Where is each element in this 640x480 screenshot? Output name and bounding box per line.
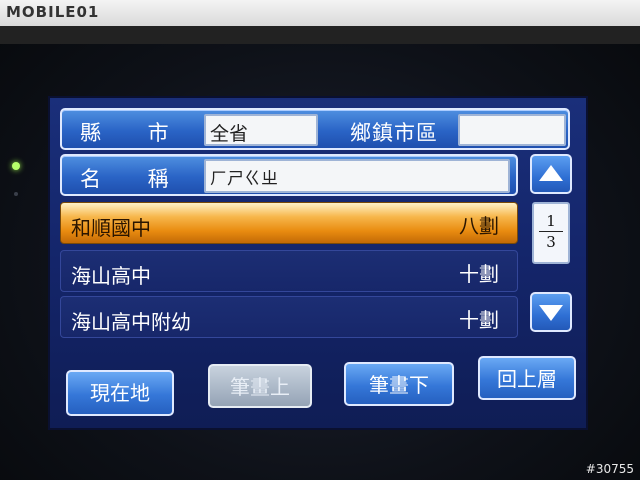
result-name: 海山高中 <box>71 264 151 288</box>
result-item[interactable]: 海山高中附幼 十劃 <box>60 296 518 338</box>
result-item[interactable]: 海山高中 十劃 <box>60 250 518 292</box>
county-label: 縣 市 <box>80 121 189 145</box>
county-field[interactable]: 全省 <box>204 114 318 146</box>
page-total: 3 <box>546 233 556 251</box>
current-location-button[interactable]: 現在地 <box>66 370 174 416</box>
name-input[interactable]: ㄏㄕㄍㄓ <box>204 159 510 193</box>
sensor-dot <box>14 192 18 196</box>
result-strokes: 十劃 <box>459 262 499 286</box>
power-led <box>12 162 20 170</box>
navigation-screen: 縣 市 全省 鄉鎮市區 名 稱 ㄏㄕㄍㄓ 和順國中 八劃 海山高中 十劃 海山高… <box>48 96 588 430</box>
name-label: 名 稱 <box>80 167 189 191</box>
region-row: 縣 市 全省 鄉鎮市區 <box>60 108 570 150</box>
bezel-top-strip <box>0 26 640 44</box>
page-divider <box>539 231 563 232</box>
scroll-down-button[interactable] <box>530 292 572 332</box>
page-indicator: 1 3 <box>532 202 570 264</box>
scroll-up-button[interactable] <box>530 154 572 194</box>
watermark-bar: MOBILE01 <box>0 0 640 26</box>
arrow-down-icon <box>539 305 563 321</box>
township-label: 鄉鎮市區 <box>350 121 438 145</box>
back-button[interactable]: 回上層 <box>478 356 576 400</box>
name-row: 名 稱 ㄏㄕㄍㄓ <box>60 154 518 196</box>
photo-id: #30755 <box>585 462 634 476</box>
result-name: 和順國中 <box>71 216 151 240</box>
result-name: 海山高中附幼 <box>71 310 191 334</box>
township-field[interactable] <box>458 114 566 146</box>
result-strokes: 八劃 <box>459 214 499 238</box>
arrow-up-icon <box>539 165 563 181</box>
watermark-logo: MOBILE01 <box>6 3 100 21</box>
stroke-down-button[interactable]: 筆畫下 <box>344 362 454 406</box>
result-strokes: 十劃 <box>459 308 499 332</box>
page-current: 1 <box>546 212 556 230</box>
stroke-up-button[interactable]: 筆畫上 <box>208 364 312 408</box>
result-item[interactable]: 和順國中 八劃 <box>60 202 518 244</box>
